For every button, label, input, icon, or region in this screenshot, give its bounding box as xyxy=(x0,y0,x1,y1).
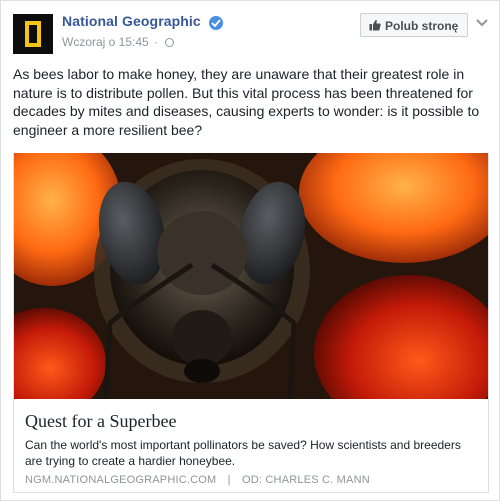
verified-badge-icon xyxy=(209,16,223,30)
facebook-post: National Geographic Wczoraj o 15:45 · Po… xyxy=(0,0,500,501)
link-card-domain: NGM.NATIONALGEOGRAPHIC.COM xyxy=(25,474,217,486)
like-page-button[interactable]: Polub stronę xyxy=(360,13,468,37)
link-card-separator: | xyxy=(227,474,231,486)
bee-closeup-photo xyxy=(14,153,488,399)
thumbs-up-icon xyxy=(369,19,381,34)
link-card-footer: NGM.NATIONALGEOGRAPHIC.COM | OD: CHARLES… xyxy=(25,474,370,486)
link-card-title[interactable]: Quest for a Superbee xyxy=(25,411,176,432)
post-timestamp[interactable]: Wczoraj o 15:45 xyxy=(62,35,149,49)
page-avatar[interactable] xyxy=(13,14,53,54)
link-card-description: Can the world's most important pollinato… xyxy=(25,438,461,468)
post-text: As bees labor to make honey, they are un… xyxy=(13,66,480,138)
national-geographic-logo-icon xyxy=(25,21,41,47)
page-name-link[interactable]: National Geographic xyxy=(62,13,201,29)
globe-icon xyxy=(165,38,175,47)
post-meta: Wczoraj o 15:45 · xyxy=(62,35,175,49)
link-preview-image[interactable] xyxy=(13,153,489,399)
chevron-down-icon[interactable] xyxy=(475,15,489,27)
like-page-label: Polub stronę xyxy=(385,19,459,33)
link-card[interactable]: Quest for a Superbee Can the world's mos… xyxy=(13,399,489,493)
link-card-author: OD: CHARLES C. MANN xyxy=(242,474,370,486)
meta-separator: · xyxy=(154,35,159,49)
